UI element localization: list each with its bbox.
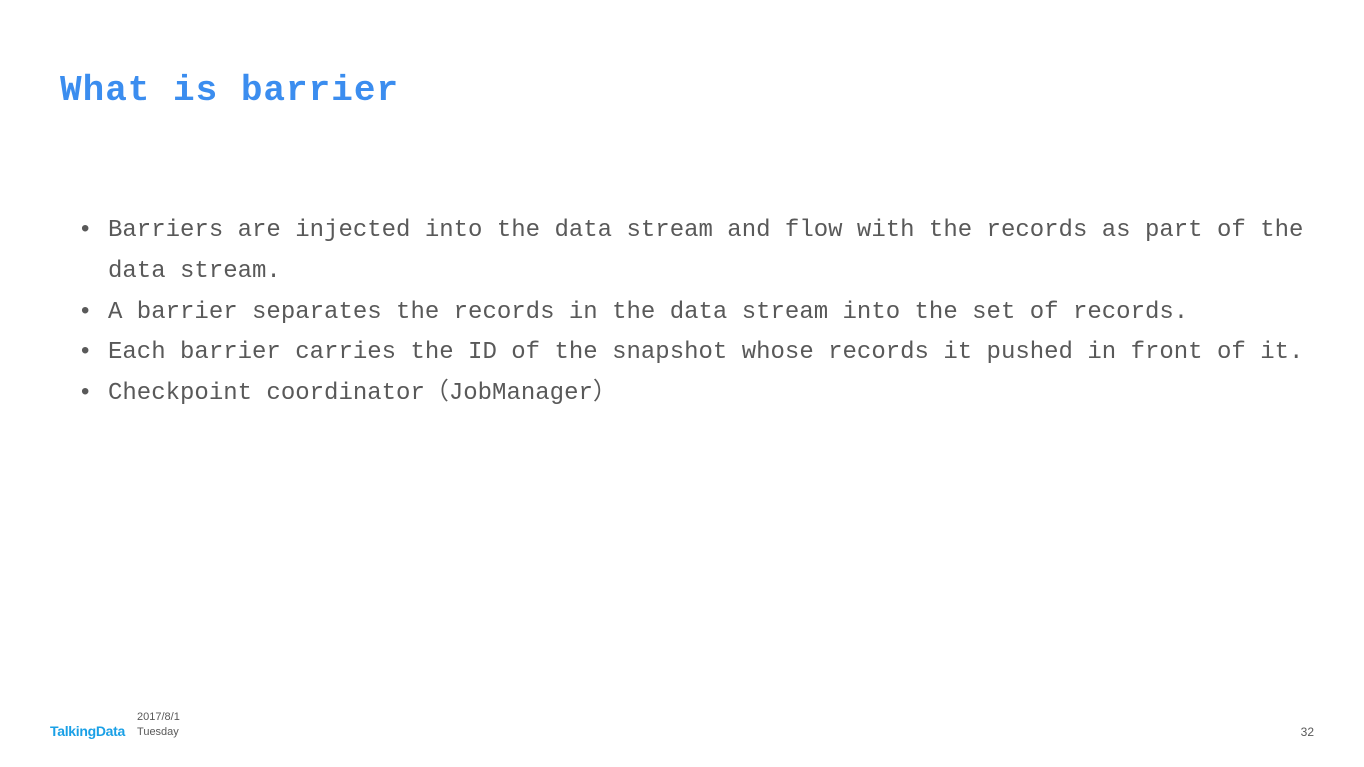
logo: TalkingData	[50, 723, 125, 739]
slide-footer: TalkingData 2017/8/1 Tuesday 32	[50, 710, 1314, 739]
day-text: Tuesday	[137, 725, 180, 739]
footer-left: TalkingData 2017/8/1 Tuesday	[50, 710, 180, 739]
page-number: 32	[1301, 725, 1314, 739]
bullet-item: Each barrier carries the ID of the snaps…	[70, 333, 1304, 374]
bullet-item: A barrier separates the records in the d…	[70, 293, 1304, 334]
bullet-item: Barriers are injected into the data stre…	[70, 211, 1304, 293]
slide-content: Barriers are injected into the data stre…	[60, 211, 1304, 415]
date-block: 2017/8/1 Tuesday	[137, 710, 180, 739]
date-text: 2017/8/1	[137, 710, 180, 724]
bullet-item: Checkpoint coordinator（JobManager）	[70, 374, 1304, 415]
slide-container: What is barrier Barriers are injected in…	[0, 0, 1364, 767]
bullet-list: Barriers are injected into the data stre…	[70, 211, 1304, 415]
slide-title: What is barrier	[60, 70, 1304, 111]
